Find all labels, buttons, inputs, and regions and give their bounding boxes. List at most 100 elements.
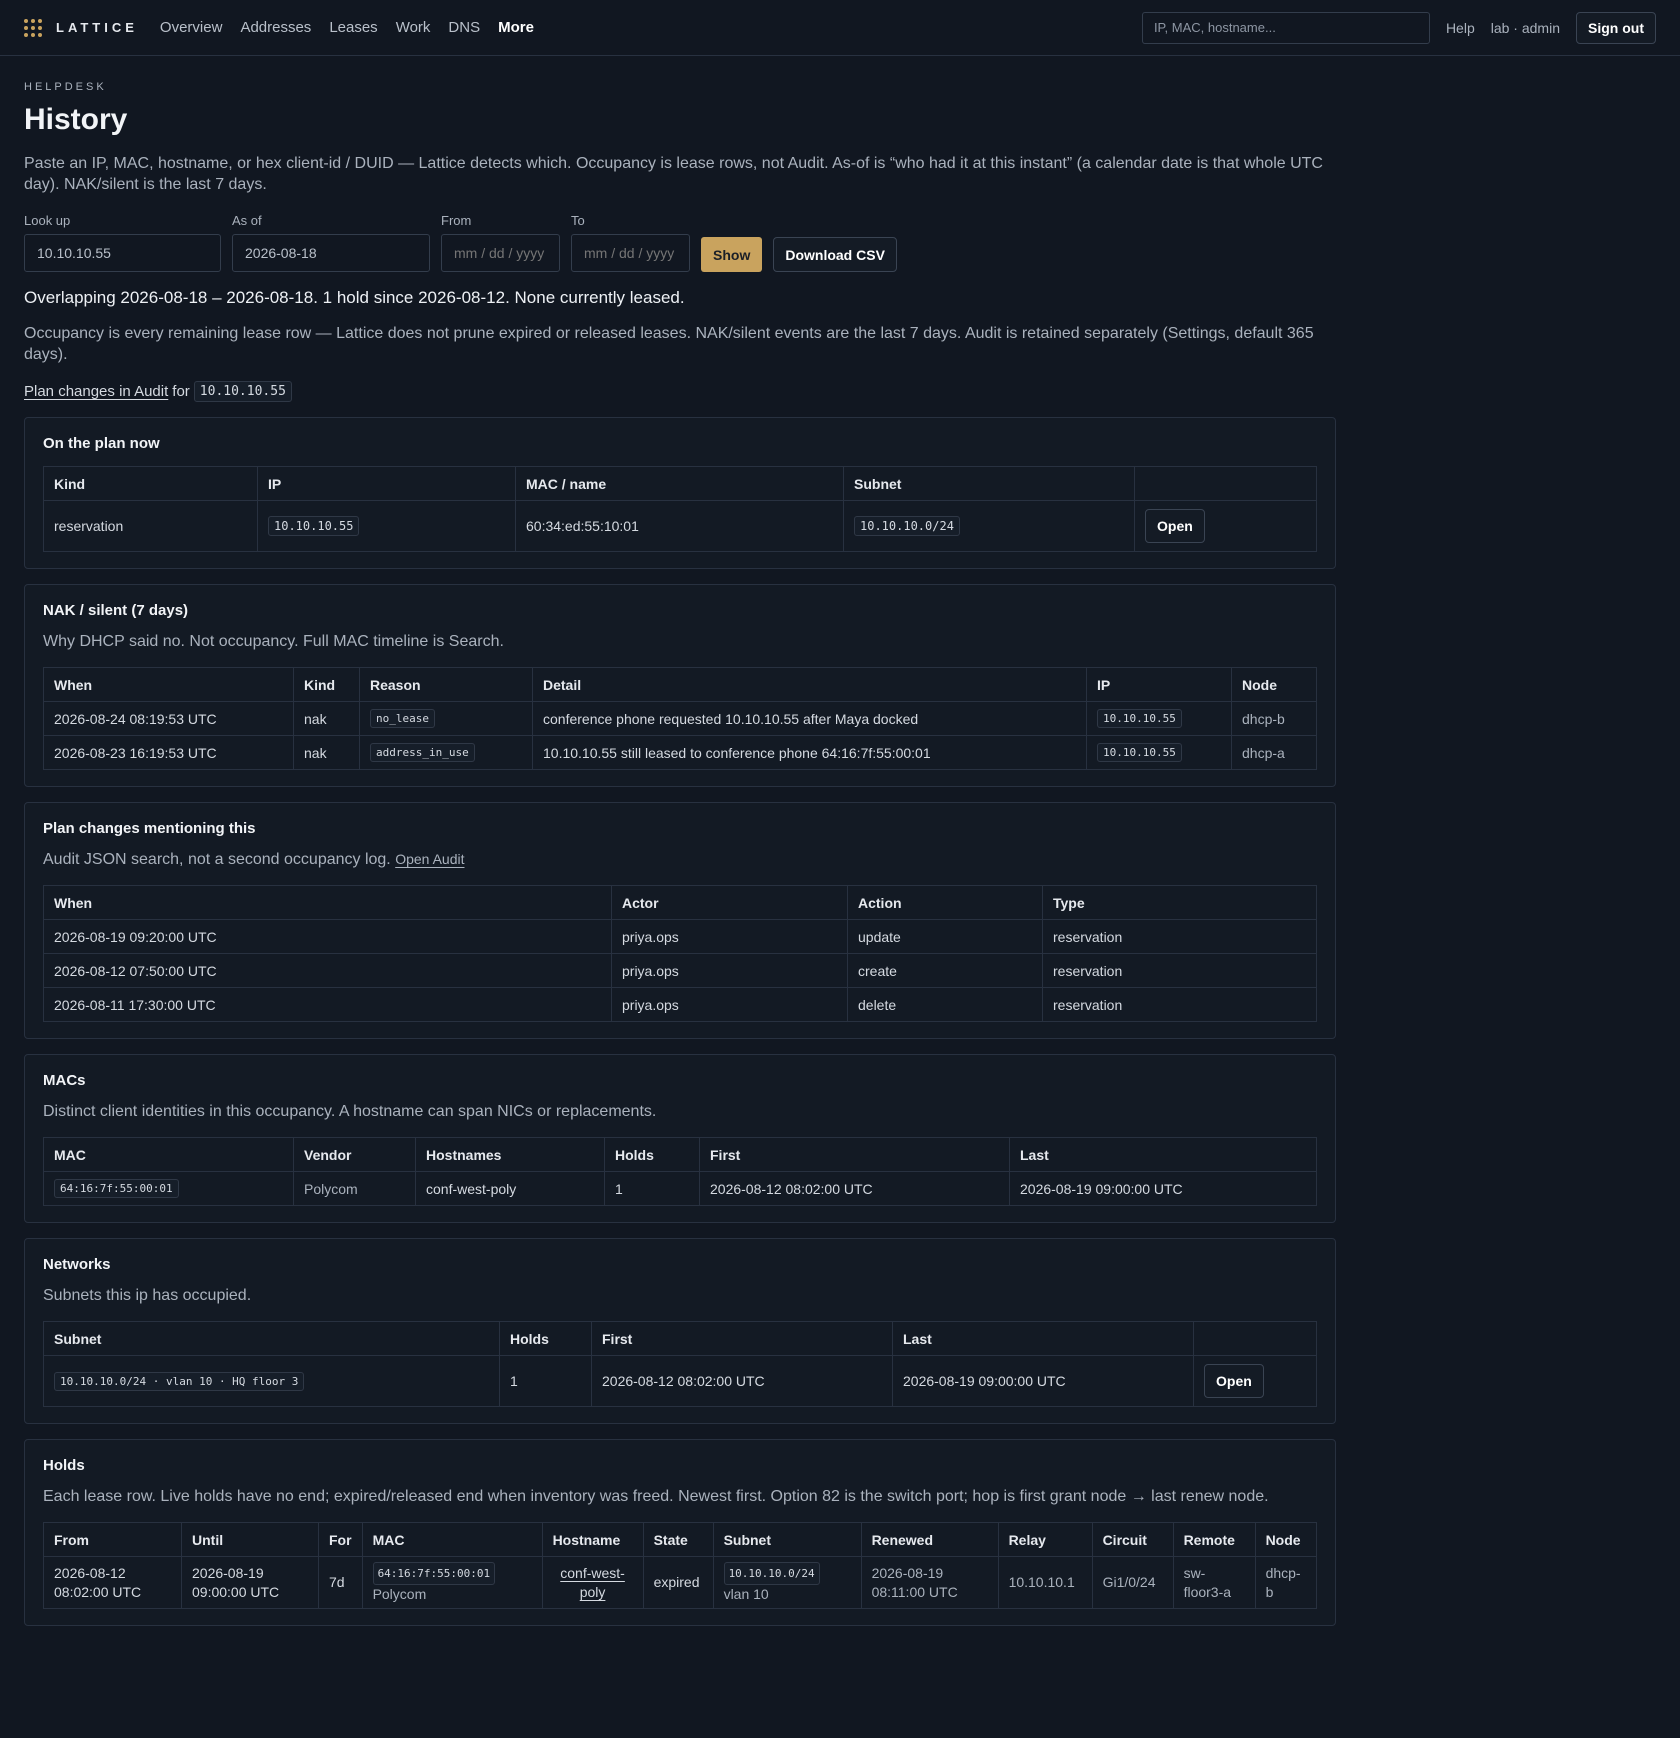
reason-cell: address_in_use (359, 735, 533, 770)
ip-code: 10.10.10.55 (268, 516, 360, 536)
column-header: Relay (997, 1522, 1093, 1557)
renewed-date: 2026-08-19 (871, 1564, 944, 1581)
table-row: 2026-08-24 08:19:53 UTC nak no_lease con… (43, 701, 1317, 736)
table-row: 2026-08-23 16:19:53 UTC nak address_in_u… (43, 735, 1317, 770)
open-audit-link[interactable]: Open Audit (395, 851, 464, 867)
hostname-part: poly (579, 1583, 606, 1600)
state-cell: expired (642, 1556, 714, 1609)
node-part: dhcp- (1265, 1564, 1301, 1581)
nav-overview[interactable]: Overview (160, 19, 223, 36)
ip-cell: 10.10.10.55 (1086, 735, 1232, 770)
open-subnet-button[interactable]: Open (1204, 1364, 1264, 1398)
show-button[interactable]: Show (701, 237, 763, 272)
nav-addresses[interactable]: Addresses (240, 19, 311, 36)
column-header: Vendor (293, 1137, 416, 1172)
column-header: Actor (611, 885, 848, 920)
column-header: Holds (604, 1137, 700, 1172)
hostname-part: conf-west- (560, 1564, 625, 1581)
card-title: Holds (43, 1457, 85, 1474)
until-time: 09:00:00 UTC (192, 1583, 280, 1600)
column-header: Remote (1172, 1522, 1256, 1557)
page-eyebrow: HELPDESK (24, 81, 107, 93)
action-cell: Open (1193, 1355, 1317, 1407)
node-cell: dhcp-a (1231, 735, 1317, 770)
global-search-input[interactable] (1141, 11, 1430, 44)
download-csv-button[interactable]: Download CSV (773, 237, 897, 272)
mac-code: 64:16:7f:55:00:01 (54, 1179, 179, 1198)
help-link[interactable]: Help (1446, 20, 1475, 36)
column-header: Circuit (1091, 1522, 1174, 1557)
card-title: On the plan now (43, 435, 160, 452)
card-subtitle-text: Audit JSON search, not a second occupanc… (43, 851, 391, 868)
kind-cell: nak (293, 735, 360, 770)
table-row: 2026-08-11 17:30:00 UTC priya.ops delete… (43, 987, 1317, 1022)
plan-changes-audit-link[interactable]: Plan changes in Audit (24, 383, 168, 400)
card-subtitle: Why DHCP said no. Not occupancy. Full MA… (43, 633, 504, 650)
table-row: 64:16:7f:55:00:01 Polycom conf-west-poly… (43, 1171, 1317, 1206)
from-date-input[interactable] (441, 234, 560, 272)
lookup-input[interactable] (24, 234, 221, 272)
subnet-vlan: vlan 10 (723, 1585, 769, 1602)
holds-table: From Until For MAC Hostname State Subnet… (43, 1522, 1318, 1609)
actor-cell: priya.ops (611, 953, 848, 988)
to-date-input[interactable] (571, 234, 690, 272)
first-cell: 2026-08-12 08:02:00 UTC (591, 1355, 893, 1407)
ip-code: 10.10.10.55 (1097, 743, 1182, 762)
sign-out-button[interactable]: Sign out (1576, 11, 1656, 44)
open-reservation-button[interactable]: Open (1145, 509, 1205, 543)
kind-cell: reservation (43, 500, 258, 552)
column-header: When (43, 885, 612, 920)
column-header: Last (1009, 1137, 1317, 1172)
first-cell: 2026-08-12 08:02:00 UTC (699, 1171, 1010, 1206)
mac-cell: 64:16:7f:55:00:01 Polycom (361, 1556, 543, 1609)
subnet-cell: 10.10.10.0/24 · vlan 10 · HQ floor 3 (43, 1355, 500, 1407)
logo[interactable]: LATTICE (24, 18, 138, 37)
card-subtitle: Audit JSON search, not a second occupanc… (43, 851, 1317, 869)
table-row: reservation 10.10.10.55 60:34:ed:55:10:0… (43, 500, 1317, 552)
column-header: Kind (293, 667, 360, 702)
from-date: 2026-08-12 (54, 1564, 126, 1581)
macs-card: MACs Distinct client identities in this … (24, 1054, 1336, 1223)
table-row: 10.10.10.0/24 · vlan 10 · HQ floor 3 1 2… (43, 1355, 1317, 1407)
renewed-cell: 2026-08-19 08:11:00 UTC (860, 1556, 999, 1609)
reason-cell: no_lease (359, 701, 533, 736)
card-subtitle: Subnets this ip has occupied. (43, 1287, 252, 1304)
as-of-input[interactable] (232, 234, 430, 272)
table-row: 2026-08-12 07:50:00 UTC priya.ops create… (43, 953, 1317, 988)
when-cell: 2026-08-11 17:30:00 UTC (43, 987, 612, 1022)
nav-dns[interactable]: DNS (448, 19, 480, 36)
nav-leases[interactable]: Leases (329, 19, 377, 36)
page-title: History (24, 103, 128, 136)
until-cell: 2026-08-19 09:00:00 UTC (181, 1556, 319, 1609)
page-lead: Paste an IP, MAC, hostname, or hex clien… (24, 155, 1323, 193)
main-nav: Overview Addresses Leases Work DNS More (160, 19, 534, 36)
column-header: Subnet (843, 466, 1135, 501)
column-header (1193, 1321, 1317, 1356)
nav-work[interactable]: Work (396, 19, 431, 36)
on-plan-table: Kind IP MAC / name Subnet reservation 10… (43, 466, 1317, 552)
from-time: 08:02:00 UTC (54, 1583, 142, 1600)
hostnames-cell: conf-west-poly (415, 1171, 605, 1206)
from-label: From (441, 213, 472, 228)
column-header: Type (1042, 885, 1317, 920)
circuit-cell: Gi1/0/24 (1091, 1556, 1174, 1609)
action-cell: create (847, 953, 1043, 988)
nak-card: NAK / silent (7 days) Why DHCP said no. … (24, 584, 1336, 787)
column-header: MAC / name (515, 466, 844, 501)
remote-cell: sw-floor3-a (1172, 1556, 1256, 1609)
plan-changes-line: Plan changes in Audit for 10.10.10.55 (24, 381, 1336, 402)
card-title: MACs (43, 1072, 86, 1089)
hostname-link[interactable]: conf-west-poly (560, 1565, 625, 1600)
when-cell: 2026-08-12 07:50:00 UTC (43, 953, 612, 988)
when-cell: 2026-08-23 16:19:53 UTC (43, 735, 294, 770)
lookup-form: Look up As of From To Show Download CSV (24, 213, 1336, 272)
subnet-code: 10.10.10.0/24 (854, 516, 960, 536)
nav-more[interactable]: More (498, 19, 534, 36)
column-header (1134, 466, 1317, 501)
networks-card: Networks Subnets this ip has occupied. S… (24, 1238, 1336, 1424)
plan-changes-for: for (172, 383, 190, 400)
table-row: 2026-08-19 09:20:00 UTC priya.ops update… (43, 919, 1317, 954)
column-header: First (699, 1137, 1010, 1172)
nak-table: When Kind Reason Detail IP Node 2026-08-… (43, 667, 1317, 770)
actor-cell: priya.ops (611, 987, 848, 1022)
